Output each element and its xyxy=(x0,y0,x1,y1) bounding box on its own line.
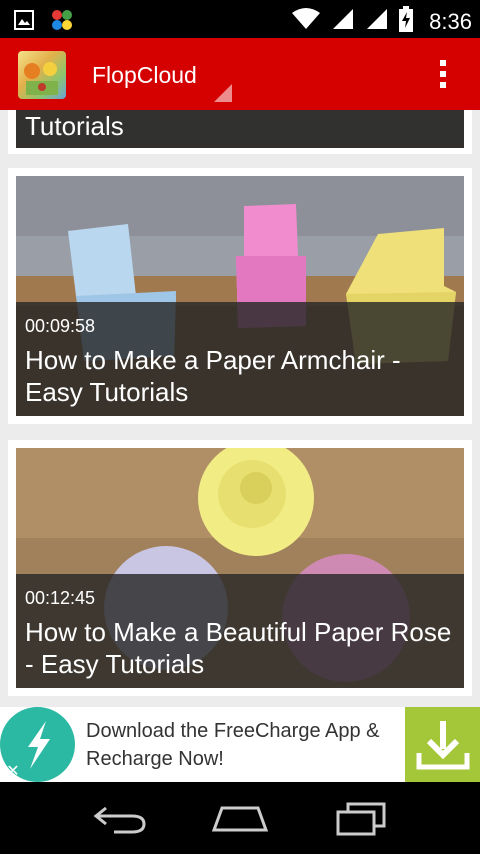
dropdown-indicator-icon[interactable] xyxy=(214,84,232,102)
video-thumbnail[interactable]: 00:09:58 How to Make a Paper Armchair - … xyxy=(16,176,464,416)
video-thumbnail[interactable]: 00:12:45 How to Make a Beautiful Paper R… xyxy=(16,448,464,688)
home-icon[interactable] xyxy=(210,802,270,839)
video-title: Tutorials xyxy=(25,111,124,141)
ad-banner[interactable]: ✕ Download the FreeCharge App & Recharge… xyxy=(0,707,480,782)
video-title: How to Make a Paper Armchair - Easy Tuto… xyxy=(25,345,401,407)
app-notification-icon xyxy=(50,8,74,37)
app-logo-icon[interactable] xyxy=(18,51,66,99)
ad-text[interactable]: Download the FreeCharge App & Recharge N… xyxy=(86,717,396,773)
more-vert-icon[interactable] xyxy=(440,60,446,90)
wifi-icon xyxy=(291,7,321,36)
video-title: How to Make a Beautiful Paper Rose - Eas… xyxy=(25,617,452,679)
video-card[interactable]: 00:12:45 How to Make a Beautiful Paper R… xyxy=(8,440,472,696)
app-title[interactable]: FlopCloud xyxy=(92,62,197,89)
back-icon[interactable] xyxy=(92,802,148,839)
video-info-overlay: 00:09:58 How to Make a Paper Armchair - … xyxy=(16,302,464,416)
video-info-overlay: 00:12:45 How to Make a Beautiful Paper R… xyxy=(16,574,464,688)
video-list[interactable]: Tutorials 00:09:58 How to Make a Paper A… xyxy=(0,110,480,708)
clock: 8:36 xyxy=(429,8,472,34)
signal-icon-2 xyxy=(365,7,389,36)
video-duration: 00:09:58 xyxy=(25,316,96,336)
video-card[interactable]: 00:09:58 How to Make a Paper Armchair - … xyxy=(8,168,472,424)
video-duration: 00:12:45 xyxy=(25,588,96,608)
video-thumbnail[interactable]: Tutorials xyxy=(16,110,464,148)
signal-icon xyxy=(331,7,355,36)
ad-close-button[interactable]: ✕ xyxy=(4,763,22,781)
battery-charging-icon xyxy=(399,6,414,37)
download-icon[interactable] xyxy=(405,707,480,782)
video-card[interactable]: Tutorials xyxy=(8,110,472,154)
video-info-overlay: Tutorials xyxy=(16,110,464,148)
navigation-bar xyxy=(0,782,480,854)
action-bar: FlopCloud xyxy=(0,38,480,110)
status-bar: 8:36 xyxy=(0,0,480,38)
image-icon xyxy=(14,10,34,35)
recents-icon[interactable] xyxy=(334,800,390,841)
